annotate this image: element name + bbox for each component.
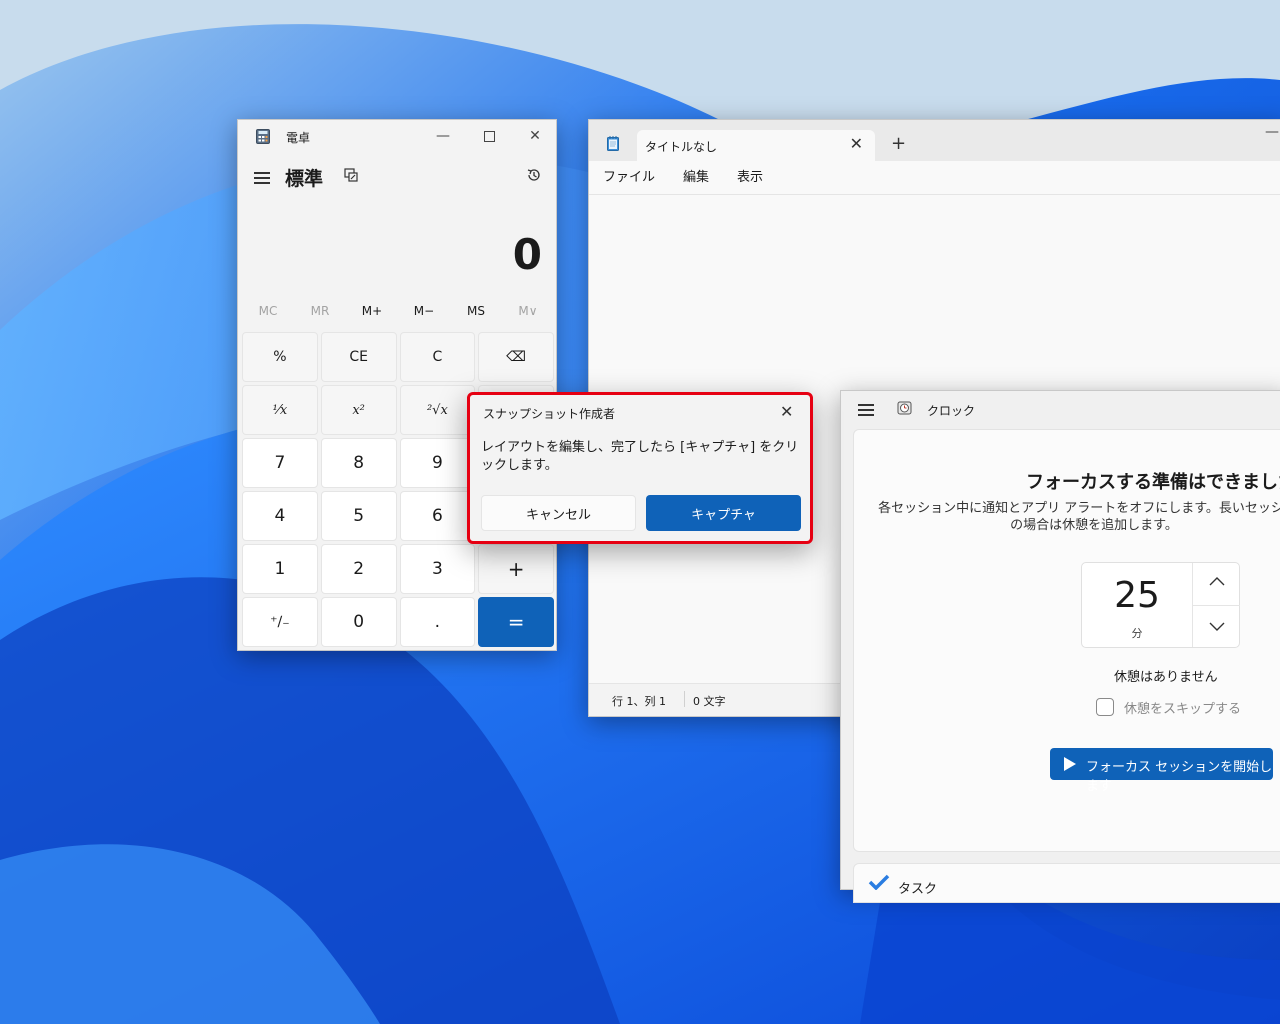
digit-0-button[interactable]: 0 — [320, 597, 397, 647]
clear-button[interactable]: C — [399, 332, 476, 382]
notepad-menubar: ファイル 編集 表示 — [589, 161, 1280, 195]
no-breaks-text: 休憩はありません — [1114, 670, 1218, 685]
close-button[interactable]: ✕ — [512, 120, 558, 152]
square-root-button[interactable]: ²√x — [399, 385, 476, 435]
checkmark-icon — [868, 874, 890, 890]
snapshot-dialog-message: レイアウトを編集し、完了したら [キャプチャ] をクリックします。 — [481, 440, 799, 473]
tasks-label: タスク — [898, 882, 938, 897]
skip-breaks-checkbox[interactable] — [1096, 698, 1114, 716]
backspace-icon: ⌫ — [506, 349, 527, 365]
tab-close-icon[interactable]: ✕ — [850, 134, 863, 153]
minutes-value[interactable]: 25 — [1082, 575, 1192, 616]
menu-icon[interactable] — [858, 404, 874, 416]
notepad-icon — [607, 136, 619, 151]
digit-5-button[interactable]: 5 — [320, 491, 397, 541]
close-icon[interactable]: ✕ — [780, 402, 793, 421]
memory-subtract-button[interactable]: M− — [398, 304, 450, 318]
percent-button[interactable]: % — [242, 332, 318, 382]
memory-clear-button[interactable]: MC — [242, 304, 294, 318]
chevron-up-icon[interactable] — [1208, 575, 1226, 589]
digit-8-button[interactable]: 8 — [320, 438, 397, 488]
digit-2-button[interactable]: 2 — [320, 544, 397, 594]
digit-7-button[interactable]: 7 — [242, 438, 318, 488]
character-count: 0 文字 — [693, 695, 726, 708]
skip-breaks-label: 休憩をスキップする — [1124, 702, 1242, 717]
clock-title: クロック — [927, 404, 976, 418]
clock-icon — [897, 401, 912, 415]
focus-session-card: フォーカスする準備はできましたか 各セッション中に通知とアプリ アラートをオフに… — [853, 429, 1280, 852]
plus-button[interactable]: + — [478, 544, 554, 594]
memory-add-button[interactable]: M+ — [346, 304, 398, 318]
reciprocal-button[interactable]: ¹⁄x — [242, 385, 318, 435]
minimize-button[interactable]: — — [420, 120, 466, 152]
calculator-window: 電卓 — ✕ 標準 0 MC MR M+ M− MS M∨ % CE C ⌫ ¹… — [237, 119, 557, 651]
calculator-mode-row: 標準 — [238, 160, 556, 194]
close-icon: ✕ — [529, 128, 541, 144]
minutes-unit: 分 — [1131, 627, 1143, 640]
calculator-display: 0 — [512, 230, 542, 279]
keep-on-top-icon[interactable] — [344, 168, 358, 182]
digit-3-button[interactable]: 3 — [399, 544, 476, 594]
history-icon[interactable] — [526, 167, 542, 183]
menu-icon[interactable] — [254, 172, 270, 184]
digit-4-button[interactable]: 4 — [242, 491, 318, 541]
notepad-tab-title: タイトルなし — [645, 140, 718, 154]
negate-button[interactable]: ⁺∕₋ — [242, 597, 318, 647]
focus-description: 各セッション中に通知とアプリ アラートをオフにします。長いセッションの場合は休憩… — [878, 501, 1280, 533]
clear-entry-button[interactable]: CE — [320, 332, 397, 382]
clock-window: クロック フォーカスする準備はできましたか 各セッション中に通知とアプリ アラー… — [840, 390, 1280, 903]
cursor-position: 行 1、列 1 — [612, 695, 666, 708]
start-focus-label: フォーカス セッションを開始します — [1086, 760, 1273, 794]
start-focus-button[interactable]: フォーカス セッションを開始します — [1050, 748, 1273, 794]
cancel-button[interactable]: キャンセル — [481, 495, 636, 531]
notepad-tabstrip[interactable]: タイトルなし ✕ + — — [589, 120, 1280, 161]
memory-store-button[interactable]: MS — [450, 304, 502, 318]
minimize-icon: — — [436, 128, 450, 144]
decimal-button[interactable]: . — [399, 597, 476, 647]
minutes-stepper[interactable]: 25 分 — [1081, 562, 1240, 648]
maximize-icon — [483, 130, 495, 142]
calculator-titlebar[interactable]: 電卓 — ✕ — [238, 120, 556, 152]
menu-file[interactable]: ファイル — [589, 161, 669, 194]
memory-list-button[interactable]: M∨ — [502, 304, 554, 318]
menu-edit[interactable]: 編集 — [669, 161, 723, 194]
notepad-tab[interactable]: タイトルなし ✕ — [637, 130, 875, 161]
calculator-icon — [256, 129, 270, 144]
menu-view[interactable]: 表示 — [723, 161, 777, 194]
memory-recall-button[interactable]: MR — [294, 304, 346, 318]
snapshot-dialog-title: スナップショット作成者 — [483, 407, 616, 421]
minimize-icon[interactable]: — — [1265, 124, 1279, 140]
equals-button[interactable]: = — [478, 597, 554, 647]
calculator-mode-title: 標準 — [285, 168, 324, 190]
snapshot-dialog: スナップショット作成者 ✕ レイアウトを編集し、完了したら [キャプチャ] をク… — [467, 392, 813, 544]
memory-row: MC MR M+ M− MS M∨ — [242, 304, 554, 318]
play-icon — [1064, 757, 1076, 771]
new-tab-button[interactable]: + — [891, 133, 906, 154]
status-divider — [684, 691, 685, 707]
chevron-down-icon[interactable] — [1208, 619, 1226, 633]
tasks-card[interactable]: タスク — [853, 863, 1280, 903]
focus-heading: フォーカスする準備はできましたか — [1026, 472, 1280, 493]
digit-9-button[interactable]: 9 — [399, 438, 476, 488]
capture-button[interactable]: キャプチャ — [646, 495, 801, 531]
digit-1-button[interactable]: 1 — [242, 544, 318, 594]
square-button[interactable]: x² — [320, 385, 397, 435]
maximize-button[interactable] — [466, 120, 512, 152]
backspace-button[interactable]: ⌫ — [478, 332, 554, 382]
digit-6-button[interactable]: 6 — [399, 491, 476, 541]
calculator-title: 電卓 — [286, 131, 311, 145]
